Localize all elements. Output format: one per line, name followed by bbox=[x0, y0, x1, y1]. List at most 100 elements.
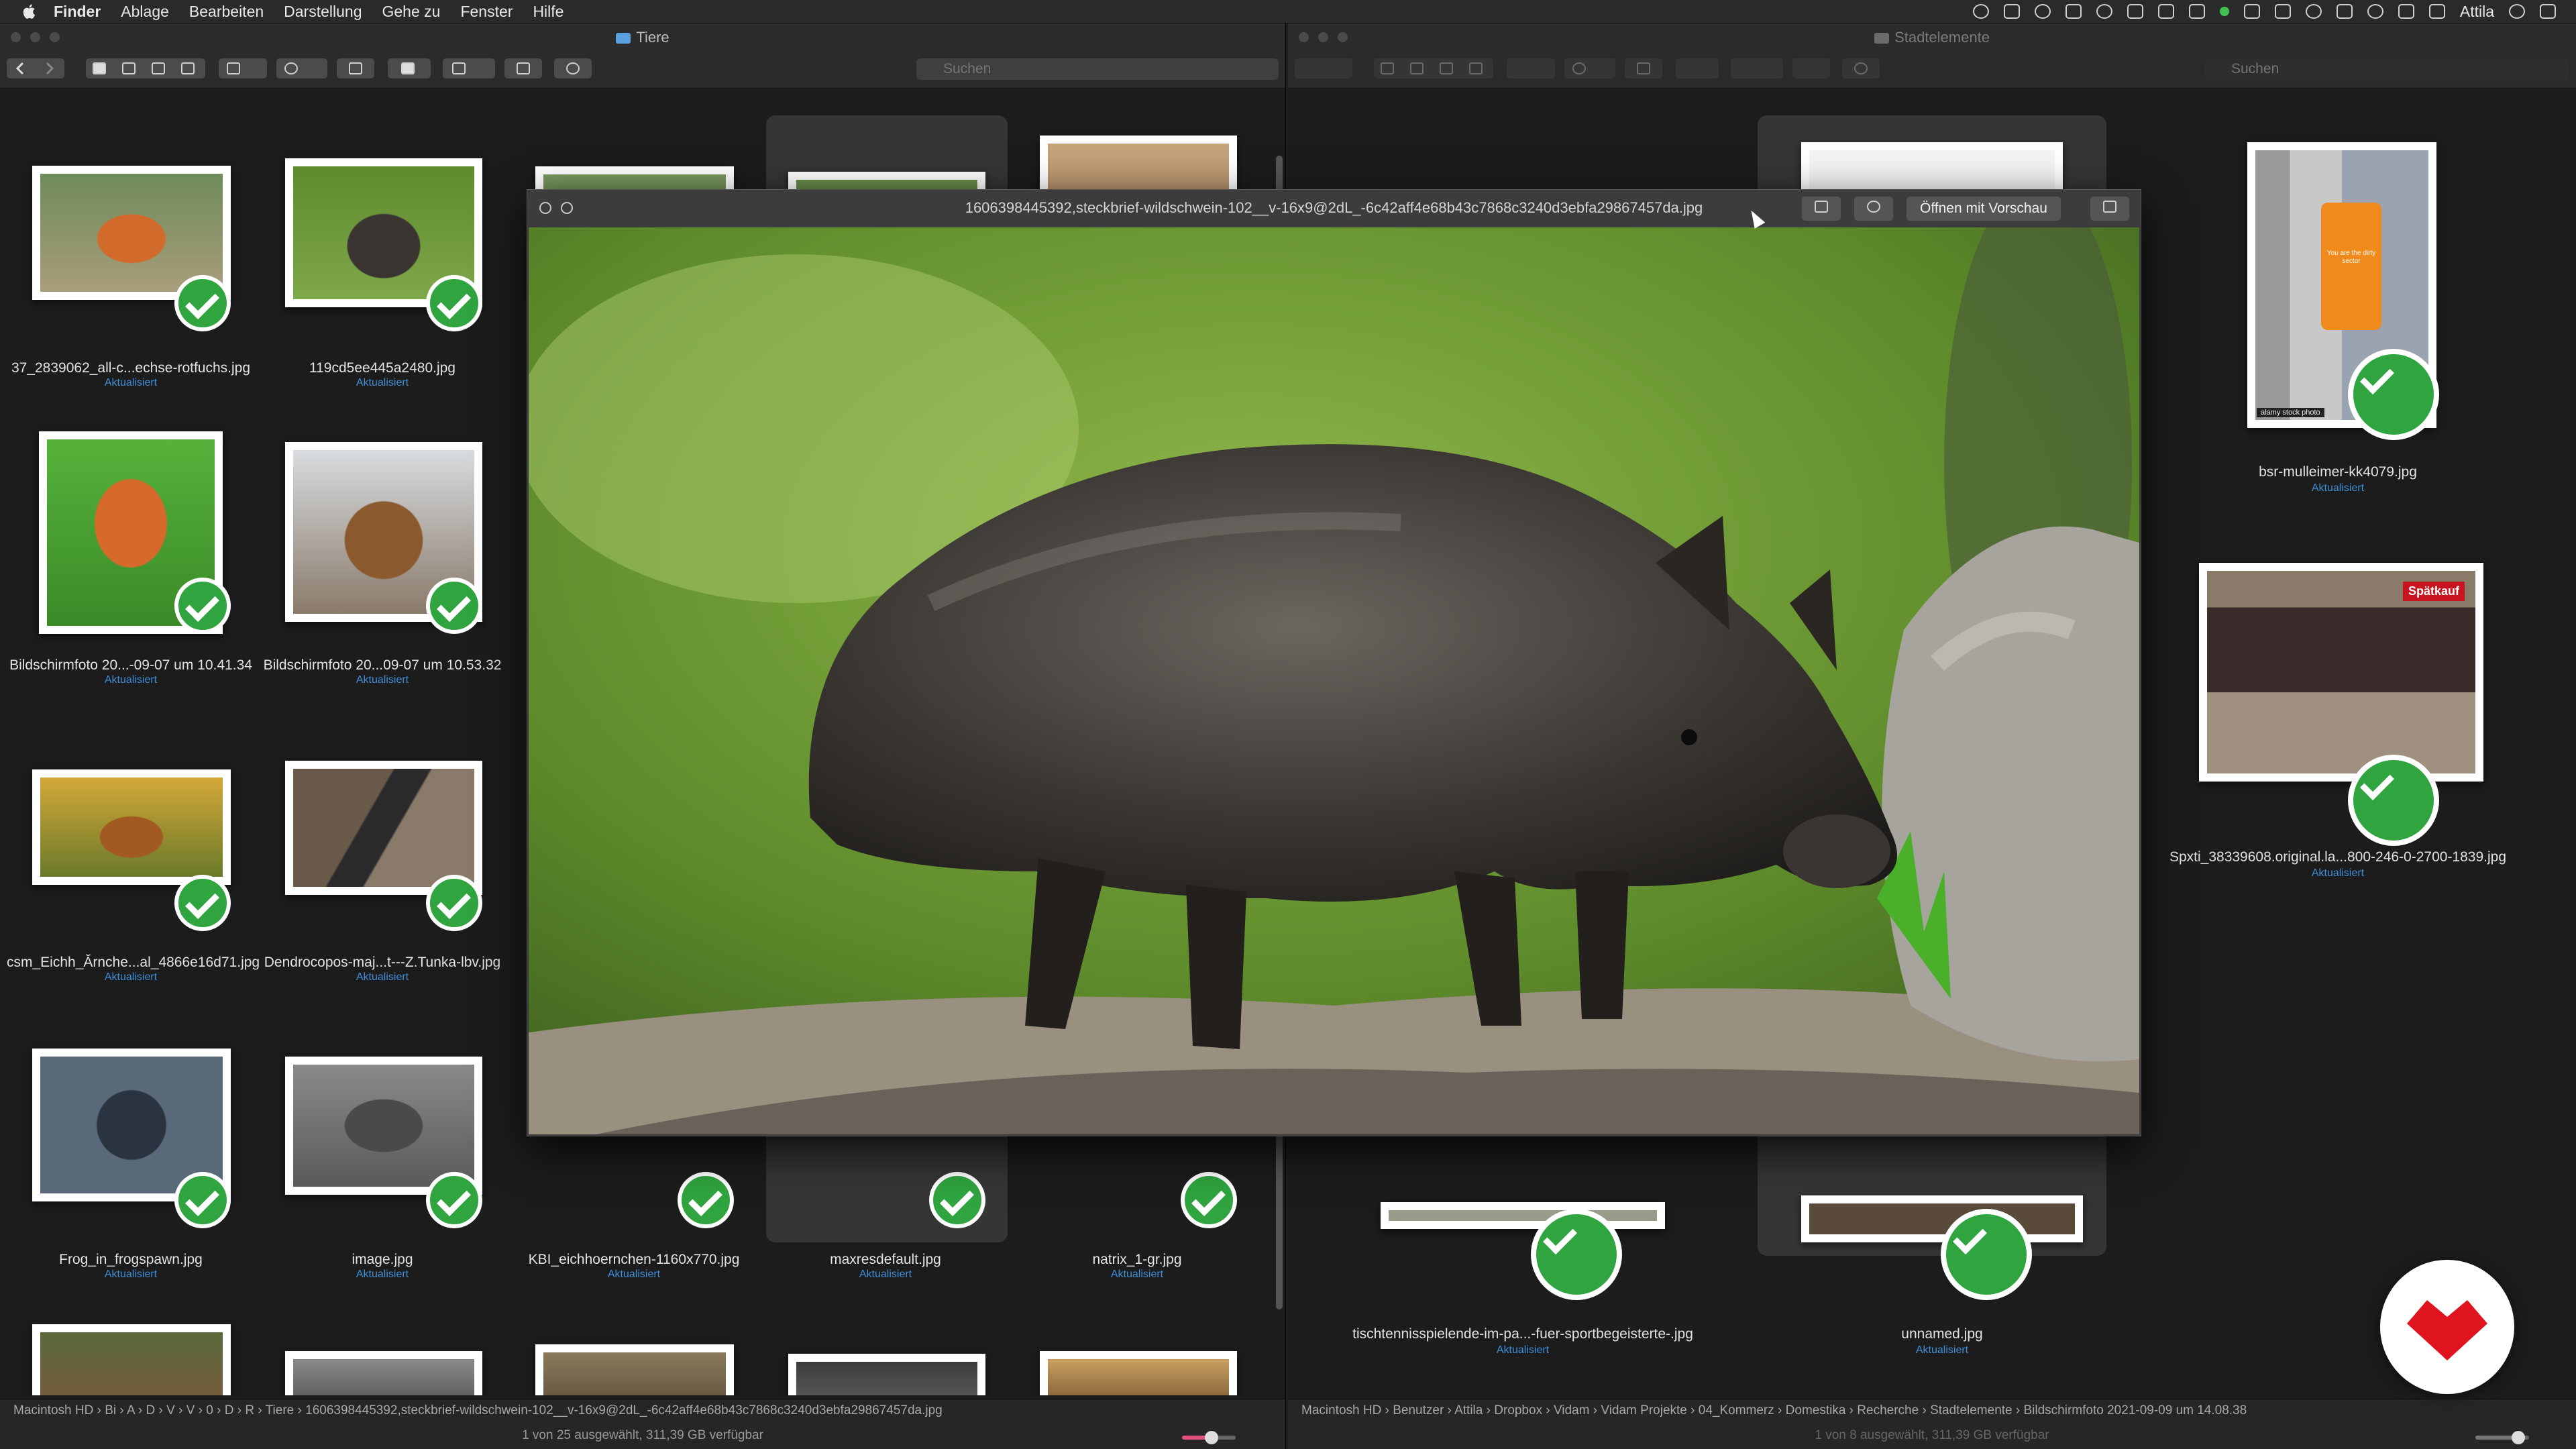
tag-button[interactable] bbox=[1676, 58, 1719, 78]
control-center-icon[interactable] bbox=[2428, 4, 2445, 19]
window-icon[interactable] bbox=[2188, 4, 2205, 19]
path-item[interactable]: A bbox=[127, 1403, 135, 1417]
app-logo-button[interactable] bbox=[2380, 1260, 2514, 1394]
file-item[interactable]: Frog_in_frogspawn.jpg Aktualisiert bbox=[7, 980, 255, 1282]
view-switcher[interactable] bbox=[1374, 58, 1493, 78]
menu-hilfe[interactable]: Hilfe bbox=[533, 3, 564, 21]
path-item[interactable]: 0 bbox=[206, 1403, 213, 1417]
thumbnail[interactable] bbox=[1040, 1351, 1237, 1395]
title-bar[interactable]: Stadtelemente bbox=[1288, 23, 2576, 50]
timemachine-icon[interactable] bbox=[1972, 4, 1989, 19]
menu-fenster[interactable]: Fenster bbox=[460, 3, 513, 21]
path-item[interactable]: Bildschirmfoto 2021-09-09 um 14.08.38 bbox=[2024, 1403, 2247, 1417]
history-icon[interactable] bbox=[2305, 4, 2322, 19]
wifi-icon[interactable] bbox=[2367, 4, 2383, 19]
slider-knob[interactable] bbox=[1205, 1431, 1218, 1444]
list-view-icon[interactable] bbox=[1410, 62, 1424, 74]
icon-view-icon[interactable] bbox=[1381, 62, 1394, 74]
path-item[interactable]: Macintosh HD bbox=[1301, 1403, 1381, 1417]
search-input[interactable] bbox=[916, 58, 1279, 80]
path-item[interactable]: D bbox=[146, 1403, 155, 1417]
thumbnail[interactable] bbox=[535, 1344, 734, 1395]
menu-finder[interactable]: Finder bbox=[54, 3, 101, 21]
path-item[interactable]: Bi bbox=[105, 1403, 116, 1417]
tag-button[interactable] bbox=[388, 58, 431, 78]
path-item[interactable]: 1606398445392,steckbrief-wildschwein-102… bbox=[305, 1403, 943, 1417]
back-forward-buttons[interactable] bbox=[1295, 58, 1352, 78]
action-button[interactable] bbox=[276, 58, 327, 78]
path-item[interactable]: Attila bbox=[1454, 1403, 1483, 1417]
path-item[interactable]: Vidam bbox=[1554, 1403, 1590, 1417]
icon-size-slider[interactable] bbox=[2475, 1431, 2529, 1444]
arrange-button[interactable] bbox=[443, 58, 495, 78]
path-item[interactable]: 04_Kommerz bbox=[1699, 1403, 1774, 1417]
slider-knob[interactable] bbox=[2512, 1431, 2525, 1444]
file-item[interactable]: image.jpg Aktualisiert bbox=[258, 980, 506, 1282]
file-item[interactable]: csm_Eichh_Ărnche...al_4866e16d71.jpg Akt… bbox=[7, 683, 260, 985]
file-item[interactable]: You are the dirty sector alamy stock pho… bbox=[2214, 89, 2462, 494]
icon-size-slider[interactable] bbox=[1182, 1431, 1236, 1444]
path-item[interactable]: Macintosh HD bbox=[13, 1403, 93, 1417]
menu-ablage[interactable]: Ablage bbox=[121, 3, 169, 21]
dropbox-icon[interactable] bbox=[2003, 4, 2020, 19]
airplay-icon[interactable] bbox=[2274, 4, 2291, 19]
creative-cloud-icon[interactable] bbox=[2034, 4, 2051, 19]
path-item[interactable]: Dropbox bbox=[1494, 1403, 1542, 1417]
apple-icon[interactable] bbox=[20, 2, 39, 21]
group-button[interactable] bbox=[1507, 58, 1555, 78]
share-button[interactable] bbox=[1625, 58, 1662, 78]
list-view-icon[interactable] bbox=[122, 62, 136, 74]
thumbnail[interactable] bbox=[285, 1351, 482, 1395]
new-folder-button[interactable] bbox=[504, 58, 542, 78]
path-item[interactable]: Stadtelemente bbox=[1930, 1403, 2012, 1417]
forward-icon[interactable] bbox=[44, 62, 55, 75]
path-item[interactable]: R bbox=[245, 1403, 254, 1417]
file-item[interactable]: 37_2839062_all-c...echse-rotfuchs.jpg Ak… bbox=[7, 89, 255, 390]
title-bar[interactable]: Tiere bbox=[0, 23, 1285, 50]
file-item[interactable]: Dendrocopos-maj...t---Z.Tunka-lbv.jpg Ak… bbox=[258, 683, 506, 985]
menu-bearbeiten[interactable]: Bearbeiten bbox=[189, 3, 264, 21]
user-name[interactable]: Attila bbox=[2460, 3, 2494, 21]
path-item[interactable]: Recherche bbox=[1857, 1403, 1919, 1417]
gallery-view-icon[interactable] bbox=[1469, 62, 1483, 74]
open-with-preview-button[interactable]: Öffnen mit Vorschau bbox=[1907, 197, 2061, 221]
menu-darstellung[interactable]: Darstellung bbox=[284, 3, 362, 21]
markup-button[interactable] bbox=[1854, 197, 1893, 221]
file-item[interactable]: 119cd5ee445a2480.jpg Aktualisiert bbox=[258, 89, 506, 390]
gallery-view-icon[interactable] bbox=[181, 62, 195, 74]
path-item[interactable]: V bbox=[166, 1403, 175, 1417]
thumbnail[interactable] bbox=[32, 1324, 231, 1395]
path-item[interactable]: Domestika bbox=[1786, 1403, 1846, 1417]
layout-icon[interactable] bbox=[2127, 4, 2143, 19]
sync-icon[interactable] bbox=[2096, 4, 2112, 19]
notification-icon[interactable] bbox=[2540, 4, 2556, 19]
rotate-button[interactable] bbox=[1802, 197, 1841, 221]
share-button[interactable] bbox=[2090, 197, 2129, 221]
path-item[interactable]: Benutzer bbox=[1393, 1403, 1444, 1417]
file-item[interactable]: Spätkauf Spxti_38339608.original.la...80… bbox=[2169, 491, 2506, 920]
grid-icon[interactable] bbox=[2157, 4, 2174, 19]
thumbnail[interactable] bbox=[788, 1354, 985, 1395]
column-view-icon[interactable] bbox=[152, 62, 165, 74]
bluetooth-icon[interactable] bbox=[2336, 4, 2353, 19]
path-item[interactable]: D bbox=[225, 1403, 234, 1417]
path-item[interactable]: V bbox=[186, 1403, 195, 1417]
screen-icon[interactable] bbox=[2065, 4, 2082, 19]
column-view-icon[interactable] bbox=[1440, 62, 1453, 74]
search-input[interactable] bbox=[2204, 58, 2569, 80]
path-item[interactable]: Tiere bbox=[266, 1403, 294, 1417]
icon-view-icon[interactable] bbox=[93, 62, 106, 74]
arrange-button[interactable] bbox=[1731, 58, 1783, 78]
action-button[interactable] bbox=[1564, 58, 1615, 78]
file-item[interactable]: Bildschirmfoto 20...09-07 um 10.53.32 Ak… bbox=[258, 386, 506, 688]
volume-icon[interactable] bbox=[2398, 4, 2414, 19]
new-folder-button[interactable] bbox=[1792, 58, 1830, 78]
group-button[interactable] bbox=[219, 58, 267, 78]
view-switcher[interactable] bbox=[86, 58, 205, 78]
info-button[interactable] bbox=[1842, 58, 1880, 78]
path-item[interactable]: Vidam Projekte bbox=[1601, 1403, 1687, 1417]
share-button[interactable] bbox=[337, 58, 374, 78]
back-icon[interactable] bbox=[15, 62, 25, 75]
info-button[interactable] bbox=[554, 58, 592, 78]
back-forward-buttons[interactable] bbox=[7, 58, 64, 78]
